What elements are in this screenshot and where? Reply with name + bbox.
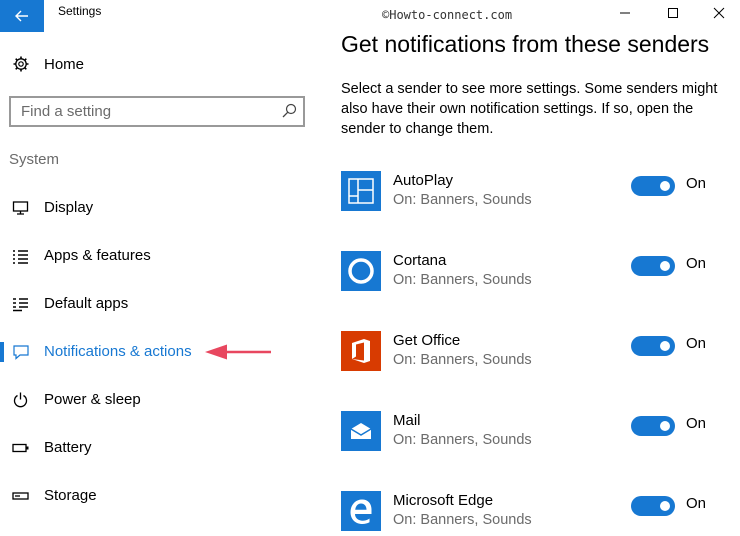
sender-name: AutoPlay (393, 172, 454, 189)
sender-status: On: Banners, Sounds (393, 272, 532, 288)
power-icon (13, 392, 28, 408)
sender-row-microsoft-edge[interactable]: Microsoft Edge On: Banners, Sounds On (341, 491, 731, 533)
annotation-arrow-icon (205, 344, 271, 360)
sender-name: Microsoft Edge (393, 492, 494, 509)
toggle-state-label: On (686, 175, 707, 192)
sender-row-get-office[interactable]: Get Office On: Banners, Sounds On (341, 331, 731, 373)
home-link[interactable]: Home (12, 53, 84, 75)
toggle-knob (660, 261, 670, 271)
sidebar-item-battery[interactable]: Battery (0, 431, 316, 465)
back-button[interactable] (0, 0, 44, 32)
toggle-knob (660, 341, 670, 351)
sender-name: Mail (393, 412, 421, 429)
toggle-state-label: On (686, 415, 707, 432)
sender-row-autoplay[interactable]: AutoPlay On: Banners, Sounds On (341, 171, 731, 213)
toggle-knob (660, 421, 670, 431)
gear-icon (13, 56, 29, 72)
default-apps-icon (13, 298, 28, 312)
notification-icon (13, 345, 29, 360)
search-icon[interactable] (281, 103, 297, 119)
notification-toggle[interactable] (631, 336, 675, 356)
notification-toggle[interactable] (631, 416, 675, 436)
edge-icon (341, 491, 381, 531)
sidebar-item-label: Apps & features (44, 247, 151, 264)
sender-name: Cortana (393, 252, 447, 269)
sender-name: Get Office (393, 332, 461, 349)
sender-status: On: Banners, Sounds (393, 352, 532, 368)
toggle-state-label: On (686, 495, 707, 512)
close-icon (713, 7, 725, 19)
sidebar-item-label: Battery (44, 439, 92, 456)
page-title: Get notifications from these senders (341, 31, 710, 57)
notification-toggle[interactable] (631, 176, 675, 196)
sidebar-item-label: Storage (44, 487, 97, 504)
mail-icon (341, 411, 381, 451)
sidebar-item-label: Default apps (44, 295, 129, 312)
minimize-icon (620, 12, 630, 14)
maximize-button[interactable] (650, 0, 696, 26)
sidebar-item-power-sleep[interactable]: Power & sleep (0, 383, 316, 417)
monitor-icon (12, 201, 29, 215)
autoplay-icon (341, 171, 381, 211)
section-label-system: System (9, 151, 60, 168)
home-label: Home (44, 55, 85, 73)
sender-status: On: Banners, Sounds (393, 192, 532, 208)
toggle-knob (660, 501, 670, 511)
sender-status: On: Banners, Sounds (393, 432, 532, 448)
sidebar-item-storage[interactable]: Storage (0, 479, 316, 513)
sender-status: On: Banners, Sounds (393, 512, 532, 528)
sidebar-item-label: Power & sleep (44, 391, 141, 408)
list-icon (13, 250, 28, 264)
toggle-knob (660, 181, 670, 191)
search-box[interactable]: Find a setting (9, 96, 305, 127)
page-description: Select a sender to see more settings. So… (341, 81, 718, 137)
watermark: ©Howto-connect.com (382, 8, 513, 22)
sidebar-item-label: Notifications & actions (44, 343, 192, 360)
back-arrow-icon (15, 10, 28, 22)
storage-icon (12, 492, 29, 500)
sidebar-item-label: Display (44, 199, 94, 216)
search-input[interactable]: Find a setting (21, 103, 111, 120)
notification-toggle[interactable] (631, 256, 675, 276)
close-button[interactable] (696, 0, 740, 26)
toggle-state-label: On (686, 335, 707, 352)
battery-icon (12, 443, 29, 453)
maximize-icon (668, 8, 678, 18)
office-icon (341, 331, 381, 371)
window-title: Settings (58, 4, 102, 18)
minimize-button[interactable] (602, 0, 648, 26)
sender-row-cortana[interactable]: Cortana On: Banners, Sounds On (341, 251, 731, 293)
cortana-icon (341, 251, 381, 291)
sidebar-item-display[interactable]: Display (0, 191, 316, 225)
toggle-state-label: On (686, 255, 707, 272)
sidebar-item-apps-features[interactable]: Apps & features (0, 239, 316, 273)
notification-toggle[interactable] (631, 496, 675, 516)
sender-row-mail[interactable]: Mail On: Banners, Sounds On (341, 411, 731, 453)
sidebar-item-default-apps[interactable]: Default apps (0, 287, 316, 321)
active-indicator (0, 342, 4, 362)
